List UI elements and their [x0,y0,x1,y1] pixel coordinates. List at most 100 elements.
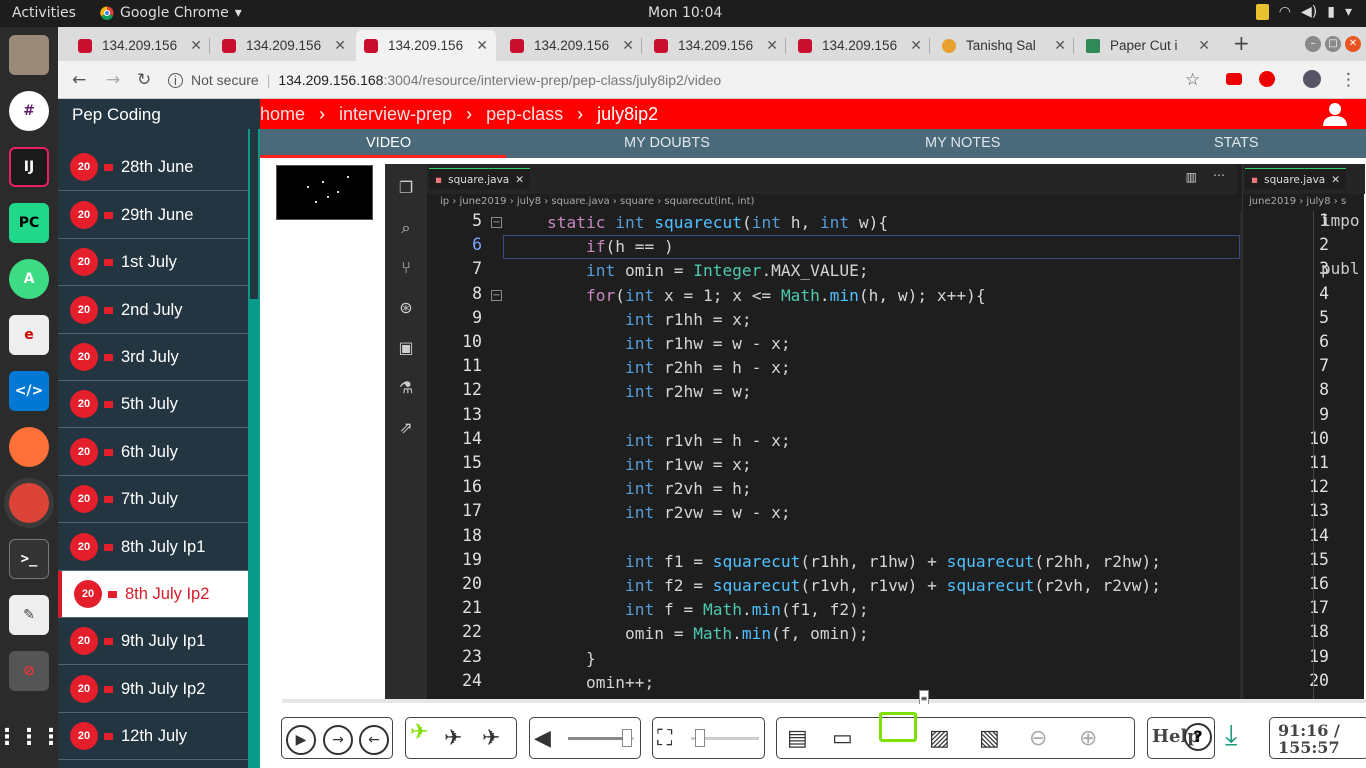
terminal-icon[interactable]: >_ [9,539,49,579]
play-button[interactable]: ▶ [286,725,316,755]
tab-stats[interactable]: STATS [1214,135,1259,151]
lecture-item[interactable]: 20 29th June [58,192,248,239]
android-studio-icon[interactable]: A [9,259,49,299]
url-field[interactable]: i Not secure | 134.209.156.168:3004/reso… [168,67,1218,93]
browser-tab[interactable]: Tanishq Sal ✕ [934,30,1074,61]
profile-avatar[interactable] [1303,70,1321,88]
speed-slow-icon[interactable]: ✈ [482,726,500,751]
firefox-icon[interactable] [9,427,49,467]
close-icon[interactable]: ✕ [1198,37,1210,54]
lecture-item[interactable]: 20 3rd July [58,334,248,381]
close-window-icon[interactable]: ✕ [1345,36,1361,52]
wifi-icon[interactable]: ◠ [1279,4,1291,20]
gallery-icon[interactable]: ▧ [979,726,1000,751]
download-circle-icon[interactable]: ⊕ [1079,726,1097,751]
lecture-item[interactable]: 20 2nd July [58,287,248,334]
close-icon[interactable]: ✕ [910,37,922,54]
app-menu[interactable]: Google Chrome ▾ [100,5,242,21]
lecture-item[interactable]: 20 6th July [58,429,248,476]
browser-tab[interactable]: 134.209.156 ✕ [790,30,930,61]
intellij-icon[interactable]: IJ [9,147,49,187]
split-view-icon[interactable] [879,712,917,742]
volume-icon[interactable]: ◀) [1301,4,1317,20]
speed-fast-icon[interactable]: ✈ [410,720,428,745]
tab-video[interactable]: VIDEO [366,135,411,151]
volume-knob[interactable] [622,729,633,747]
scrollbar-thumb[interactable] [250,129,258,299]
tab-my-doubts[interactable]: MY DOUBTS [624,135,710,151]
video-progress-bar[interactable]: ≡ [282,690,1366,708]
close-icon[interactable]: ✕ [190,37,202,54]
lecture-item-active[interactable]: 20 8th July Ip2 [58,571,248,618]
speed-normal-icon[interactable]: ✈ [444,726,462,751]
brand-title[interactable]: Pep Coding [58,99,248,129]
rewind-button[interactable]: ← [359,725,389,755]
lecture-item[interactable]: 20 1st July [58,239,248,286]
tab-my-notes[interactable]: MY NOTES [925,135,1000,151]
new-tab-button[interactable]: + [1233,31,1250,55]
evince-icon[interactable]: e [9,315,49,355]
breadcrumb-home[interactable]: home [260,104,305,125]
browser-tab[interactable]: 134.209.156 ✕ [646,30,786,61]
forward-button[interactable]: → [323,725,353,755]
zoom-knob[interactable] [695,729,705,747]
info-icon[interactable]: i [168,72,183,88]
reload-icon[interactable]: ↻ [137,70,151,90]
help-icon[interactable]: ? [1184,723,1212,751]
laptop-icon[interactable]: ▭ [832,726,853,751]
text-editor-icon[interactable]: ✎ [9,595,49,635]
close-icon[interactable]: ✕ [622,37,634,54]
forward-icon[interactable]: → [106,70,120,90]
vscode-icon[interactable]: </> [9,371,49,411]
minimize-icon[interactable]: – [1305,36,1321,52]
sidebar-scrollbar[interactable] [248,129,260,768]
fullscreen-icon[interactable]: ⛶ [657,726,672,751]
next-circle-icon[interactable]: ⊖ [1029,726,1047,751]
files-icon[interactable] [9,35,49,75]
activities-button[interactable]: Activities [12,5,76,21]
browser-tab[interactable]: Paper Cut i ✕ [1078,30,1218,61]
menu-icon[interactable]: ⋮ [1340,70,1357,90]
lecture-item[interactable]: 20 7th July [58,476,248,523]
notes-card-icon[interactable]: ▤ [787,726,808,751]
breadcrumb-pep-class[interactable]: pep-class [486,104,563,125]
lecture-item[interactable]: 20 8th July Ip1 [58,524,248,571]
system-tray[interactable]: ◠ ◀) ▮ ▾ [1255,4,1352,20]
bookmark-star-icon[interactable]: ☆ [1185,70,1200,90]
close-icon[interactable]: ✕ [476,37,488,54]
browser-tab[interactable]: 134.209.156 ✕ [502,30,642,61]
security-label[interactable]: Not secure [191,72,259,88]
browser-tab[interactable]: 134.209.156 ✕ [214,30,354,61]
image-icon[interactable]: ▨ [929,726,950,751]
opera-extension-icon[interactable] [1259,71,1275,87]
browser-tab[interactable]: 134.209.156 ✕ [70,30,210,61]
chevron-down-icon[interactable]: ▾ [1345,4,1352,20]
lecture-item[interactable]: 20 12th July [58,713,248,760]
youtube-extension-icon[interactable] [1226,73,1242,85]
blocked-app-icon[interactable]: ⊘ [9,651,49,691]
lecture-item[interactable]: 20 5th July [58,381,248,428]
pycharm-icon[interactable]: PC [9,203,49,243]
back-icon[interactable]: ← [72,70,86,90]
show-apps-icon[interactable]: ⋮⋮⋮ [0,717,62,757]
volume-icon[interactable]: ◀ [534,726,551,751]
lecture-item[interactable]: 20 9th July Ip1 [58,618,248,665]
video-thumbnail[interactable] [276,165,373,220]
battery-icon[interactable]: ▮ [1327,4,1335,20]
lecture-item[interactable]: 20 28th June [58,144,248,191]
download-icon[interactable]: ⤓ [1225,718,1237,752]
browser-tab-active[interactable]: 134.209.156 ✕ [356,30,496,61]
volume-slider[interactable] [568,729,634,747]
close-icon[interactable]: ✕ [766,37,778,54]
close-icon[interactable]: ✕ [1054,37,1066,54]
maximize-icon[interactable]: □ [1325,36,1341,52]
chrome-dock-icon[interactable] [9,483,49,523]
close-icon[interactable]: ✕ [334,37,346,54]
slack-icon[interactable]: # [9,91,49,131]
video-frame-code-editor[interactable]: ❐ ⌕ ⑂ ⊛ ▣ ⚗ ⇗ ▪ square.java ✕ ▥ ⋯ ip › jun… [385,164,1365,699]
user-icon[interactable] [1322,101,1348,127]
zoom-slider[interactable] [691,729,759,747]
clock[interactable]: Mon 10:04 [648,5,722,21]
indicator-icon[interactable] [1255,4,1269,20]
breadcrumb-interview-prep[interactable]: interview-prep [339,104,452,125]
